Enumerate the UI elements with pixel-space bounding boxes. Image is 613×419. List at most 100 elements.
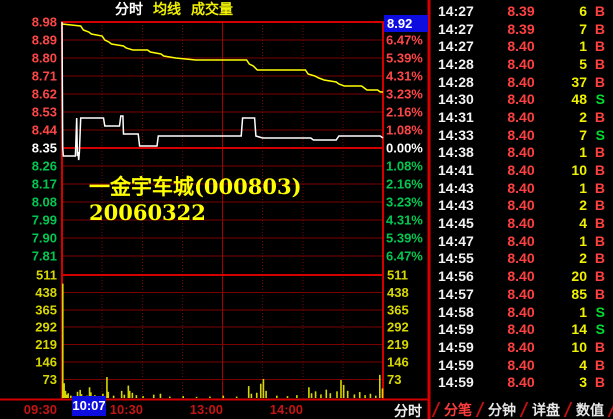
- bottom-tab-bar: 分笔分钟详盘数值: [428, 400, 613, 419]
- trade-price: 8.39: [490, 3, 552, 19]
- stock-date: 20060322: [89, 200, 302, 226]
- trade-price: 8.40: [490, 286, 552, 302]
- trade-row[interactable]: 14:418.4010B: [431, 161, 613, 179]
- trade-row[interactable]: 14:388.401B: [431, 144, 613, 162]
- trade-time: 14:27: [431, 21, 490, 37]
- svg-text:8.89: 8.89: [32, 33, 57, 48]
- trade-row[interactable]: 14:568.4020B: [431, 267, 613, 285]
- trade-row[interactable]: 14:278.401B: [431, 37, 613, 55]
- tab-divider: [520, 402, 529, 417]
- trade-row[interactable]: 14:598.404B: [431, 356, 613, 374]
- svg-text:292: 292: [35, 320, 57, 335]
- trade-price: 8.40: [490, 304, 552, 320]
- trade-side: B: [587, 197, 613, 213]
- svg-text:2.16%: 2.16%: [386, 177, 423, 192]
- trade-side: B: [587, 215, 613, 231]
- trade-row[interactable]: 14:338.407S: [431, 126, 613, 144]
- svg-text:219: 219: [387, 337, 409, 352]
- svg-text:292: 292: [387, 320, 409, 335]
- trade-time: 14:38: [431, 144, 490, 160]
- svg-text:14:00: 14:00: [270, 402, 303, 417]
- trade-side: B: [587, 3, 613, 19]
- svg-text:7.99: 7.99: [32, 213, 57, 228]
- trade-side: B: [587, 286, 613, 302]
- trade-price: 8.40: [490, 38, 552, 54]
- trade-time: 14:41: [431, 162, 490, 178]
- trade-row[interactable]: 14:588.401S: [431, 303, 613, 321]
- trade-volume: 48: [552, 91, 587, 107]
- trade-time: 14:57: [431, 286, 490, 302]
- trade-row[interactable]: 14:578.4085B: [431, 285, 613, 303]
- trade-row[interactable]: 14:598.403B: [431, 373, 613, 391]
- svg-text:438: 438: [35, 285, 57, 300]
- trade-time: 14:28: [431, 56, 490, 72]
- trade-price: 8.40: [490, 180, 552, 196]
- cursor-time-badge: 10:07: [72, 396, 106, 416]
- trade-row[interactable]: 14:318.402B: [431, 108, 613, 126]
- trade-price: 8.40: [490, 250, 552, 266]
- trade-volume: 7: [552, 21, 587, 37]
- trade-price: 8.40: [490, 56, 552, 72]
- trade-side: S: [587, 127, 613, 143]
- trade-time: 14:59: [431, 374, 490, 390]
- tab-divider: [608, 402, 613, 417]
- trade-row[interactable]: 14:478.401B: [431, 232, 613, 250]
- tab-fenzhong[interactable]: 分钟: [488, 400, 516, 419]
- trade-volume: 1: [552, 180, 587, 196]
- trade-time: 14:59: [431, 339, 490, 355]
- trade-volume: 85: [552, 286, 587, 302]
- svg-text:73: 73: [387, 372, 401, 387]
- svg-text:365: 365: [35, 302, 57, 317]
- trade-price: 8.39: [490, 21, 552, 37]
- svg-text:5.39%: 5.39%: [386, 231, 423, 246]
- trade-side: B: [587, 56, 613, 72]
- trade-row[interactable]: 14:598.4014S: [431, 320, 613, 338]
- tab-divider: [432, 402, 441, 417]
- trade-side: B: [587, 144, 613, 160]
- trade-price: 8.40: [490, 357, 552, 373]
- trade-time: 14:28: [431, 74, 490, 90]
- trade-time: 14:56: [431, 268, 490, 284]
- trade-volume: 2: [552, 250, 587, 266]
- trade-side: B: [587, 250, 613, 266]
- trade-time: 14:27: [431, 38, 490, 54]
- trade-time: 14:31: [431, 109, 490, 125]
- trade-row[interactable]: 14:288.405B: [431, 55, 613, 73]
- trade-row[interactable]: 14:458.404B: [431, 214, 613, 232]
- svg-text:511: 511: [387, 268, 408, 283]
- tab-fenbi[interactable]: 分笔: [444, 400, 472, 419]
- trade-side: B: [587, 109, 613, 125]
- trade-row[interactable]: 14:438.401B: [431, 179, 613, 197]
- trade-row[interactable]: 14:278.396B: [431, 2, 613, 20]
- trade-row[interactable]: 14:438.402B: [431, 197, 613, 215]
- menu-item-chengjiaoliang[interactable]: 成交量: [191, 1, 233, 18]
- svg-text:7.81: 7.81: [32, 249, 57, 264]
- trade-row[interactable]: 14:308.4048S: [431, 90, 613, 108]
- svg-text:09:30: 09:30: [24, 402, 57, 417]
- svg-text:2.16%: 2.16%: [386, 105, 423, 120]
- trade-volume: 3: [552, 374, 587, 390]
- trade-side: B: [587, 74, 613, 90]
- svg-text:511: 511: [36, 268, 57, 283]
- trade-volume: 4: [552, 357, 587, 373]
- trade-side: B: [587, 233, 613, 249]
- menu-item-fenshi[interactable]: 分时: [115, 1, 143, 18]
- trade-side: B: [587, 268, 613, 284]
- trade-price: 8.40: [490, 197, 552, 213]
- menu-item-junxian[interactable]: 均线: [153, 1, 181, 18]
- svg-text:4.31%: 4.31%: [386, 213, 423, 228]
- tab-shuzhi[interactable]: 数值: [576, 400, 604, 419]
- chart-menu: 分时 均线 成交量: [115, 1, 233, 18]
- trade-row[interactable]: 14:278.397B: [431, 20, 613, 38]
- trade-side: B: [587, 339, 613, 355]
- trade-row[interactable]: 14:558.402B: [431, 250, 613, 268]
- svg-text:5.39%: 5.39%: [386, 51, 423, 66]
- svg-text:7.90: 7.90: [32, 231, 57, 246]
- trade-row[interactable]: 14:288.4037B: [431, 73, 613, 91]
- tab-xiangpan[interactable]: 详盘: [532, 400, 560, 419]
- svg-text:3.23%: 3.23%: [386, 87, 423, 102]
- trade-row[interactable]: 14:598.4010B: [431, 338, 613, 356]
- trade-volume: 7: [552, 127, 587, 143]
- trade-list[interactable]: 14:278.396B14:278.397B14:278.401B14:288.…: [431, 2, 613, 398]
- trade-side: B: [587, 374, 613, 390]
